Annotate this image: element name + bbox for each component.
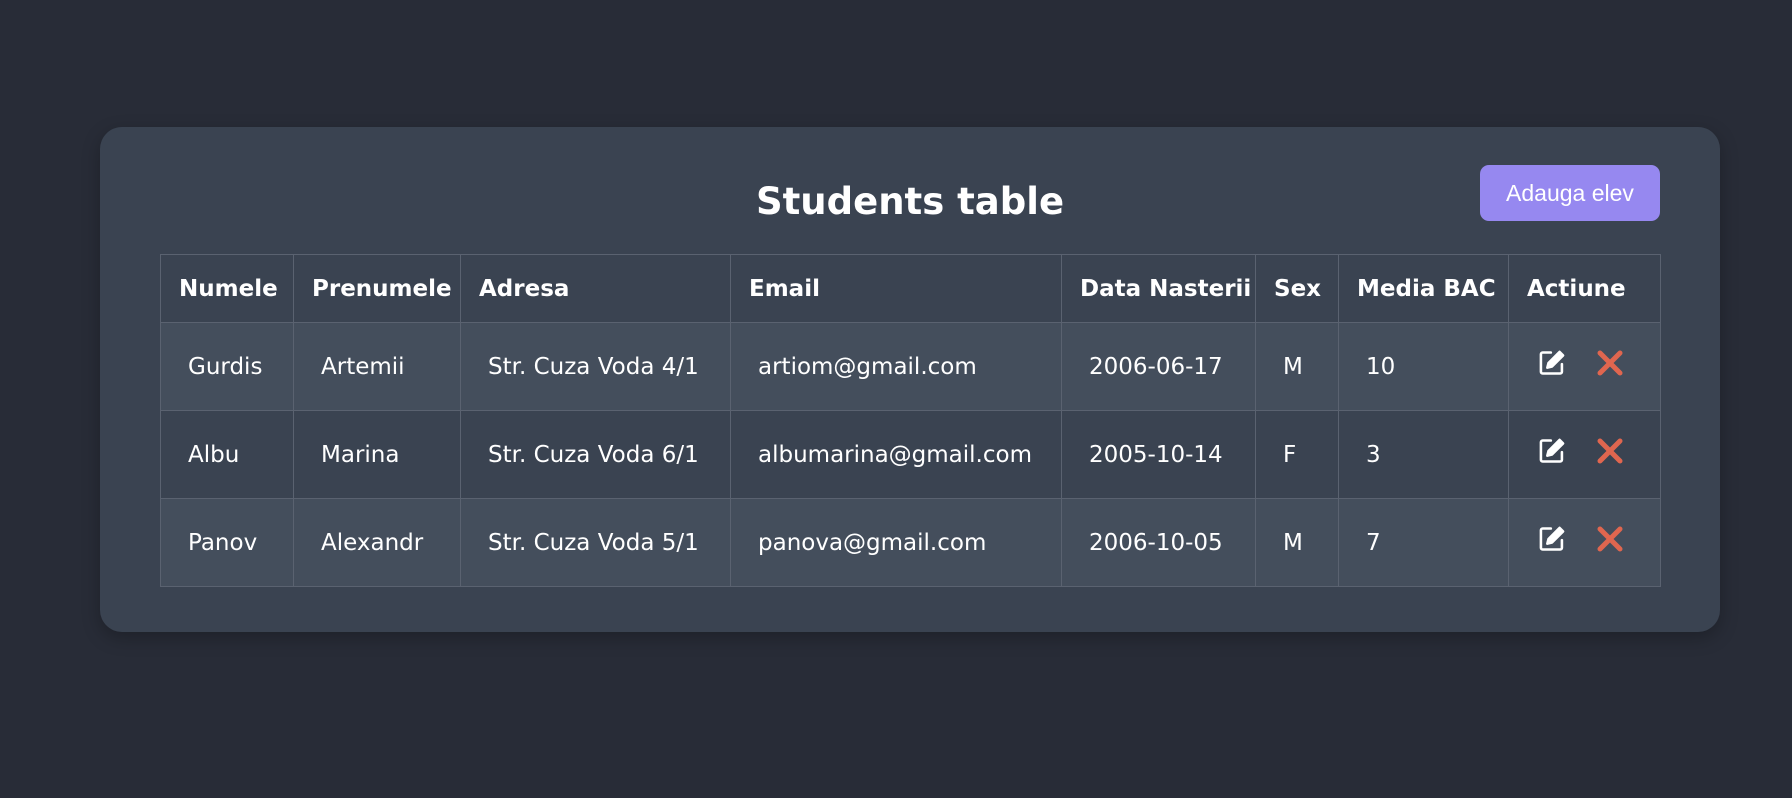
column-header-email: Email xyxy=(730,254,1062,323)
cell-numele: Gurdis xyxy=(160,322,294,411)
table-row: Panov Alexandr Str. Cuza Voda 5/1 panova… xyxy=(160,498,1661,587)
delete-icon[interactable] xyxy=(1594,347,1626,379)
cell-media-bac: 7 xyxy=(1338,498,1509,587)
cell-actions xyxy=(1508,410,1661,499)
students-card: Students table Adauga elev Numele Prenum… xyxy=(100,127,1720,632)
cell-sex: M xyxy=(1255,322,1339,411)
column-header-data-nasterii: Data Nasterii xyxy=(1061,254,1256,323)
row-actions xyxy=(1536,526,1660,555)
column-header-numele: Numele xyxy=(160,254,294,323)
cell-adresa: Str. Cuza Voda 5/1 xyxy=(460,498,731,587)
cell-sex: M xyxy=(1255,498,1339,587)
cell-numele: Panov xyxy=(160,498,294,587)
column-header-actiune: Actiune xyxy=(1508,254,1661,323)
column-header-prenumele: Prenumele xyxy=(293,254,461,323)
cell-prenumele: Alexandr xyxy=(293,498,461,587)
row-actions xyxy=(1536,438,1660,467)
cell-data-nasterii: 2006-06-17 xyxy=(1061,322,1256,411)
table-header-row: Numele Prenumele Adresa Email Data Naste… xyxy=(160,254,1661,323)
cell-prenumele: Artemii xyxy=(293,322,461,411)
cell-media-bac: 3 xyxy=(1338,410,1509,499)
column-header-adresa: Adresa xyxy=(460,254,731,323)
cell-adresa: Str. Cuza Voda 6/1 xyxy=(460,410,731,499)
table-row: Gurdis Artemii Str. Cuza Voda 4/1 artiom… xyxy=(160,322,1661,411)
cell-actions xyxy=(1508,498,1661,587)
cell-actions xyxy=(1508,322,1661,411)
page-title: Students table xyxy=(755,180,1065,223)
edit-icon[interactable] xyxy=(1536,435,1568,467)
table-row: Albu Marina Str. Cuza Voda 6/1 albumarin… xyxy=(160,410,1661,499)
column-header-sex: Sex xyxy=(1255,254,1339,323)
cell-email: albumarina@gmail.com xyxy=(730,410,1062,499)
column-header-media-bac: Media BAC xyxy=(1338,254,1509,323)
cell-sex: F xyxy=(1255,410,1339,499)
add-student-button[interactable]: Adauga elev xyxy=(1480,165,1660,221)
cell-data-nasterii: 2005-10-14 xyxy=(1061,410,1256,499)
row-actions xyxy=(1536,350,1660,379)
cell-data-nasterii: 2006-10-05 xyxy=(1061,498,1256,587)
cell-adresa: Str. Cuza Voda 4/1 xyxy=(460,322,731,411)
edit-icon[interactable] xyxy=(1536,347,1568,379)
cell-prenumele: Marina xyxy=(293,410,461,499)
cell-numele: Albu xyxy=(160,410,294,499)
students-table: Numele Prenumele Adresa Email Data Naste… xyxy=(160,254,1661,587)
delete-icon[interactable] xyxy=(1594,523,1626,555)
cell-media-bac: 10 xyxy=(1338,322,1509,411)
cell-email: panova@gmail.com xyxy=(730,498,1062,587)
cell-email: artiom@gmail.com xyxy=(730,322,1062,411)
delete-icon[interactable] xyxy=(1594,435,1626,467)
edit-icon[interactable] xyxy=(1536,523,1568,555)
